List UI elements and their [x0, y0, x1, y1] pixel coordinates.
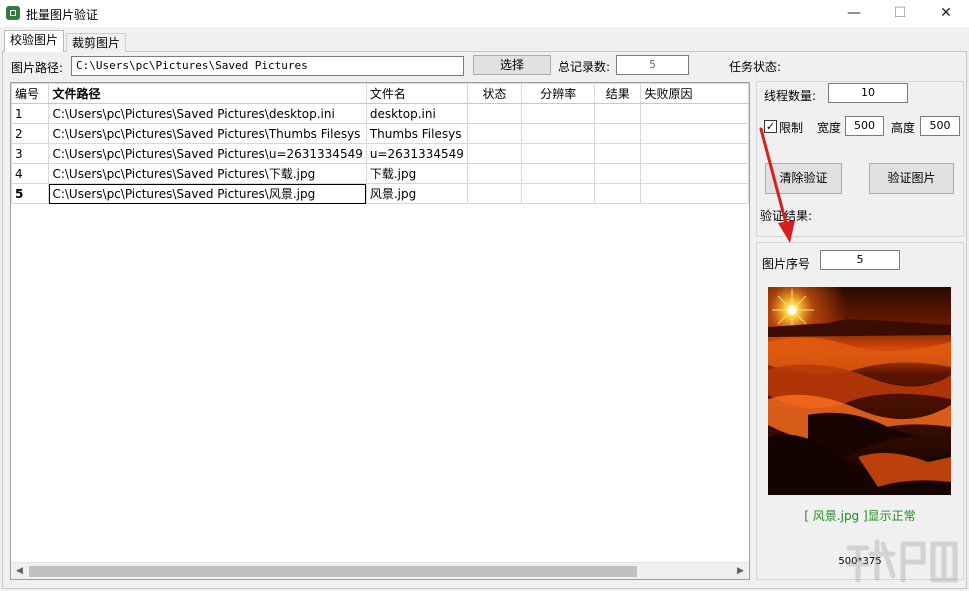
- result-cell[interactable]: [594, 183, 642, 204]
- failure-reason-cell[interactable]: [640, 143, 749, 164]
- results-table: 编号 文件路径 文件名 状态 分辨率 结果 失败原因 1 C:\Users\pc…: [11, 83, 749, 204]
- scroll-left-icon[interactable]: ◀: [11, 563, 28, 580]
- file-name-cell[interactable]: Thumbs Filesys: [365, 123, 468, 144]
- column-header[interactable]: 文件路径: [48, 83, 367, 104]
- result-cell[interactable]: [594, 143, 642, 164]
- close-button[interactable]: ✕: [923, 0, 969, 27]
- file-path-cell[interactable]: C:\Users\pc\Pictures\Saved Pictures\desk…: [48, 103, 367, 124]
- row-number: 2: [11, 123, 50, 144]
- task-status-label: 任务状态:: [729, 60, 782, 74]
- results-grid[interactable]: 编号 文件路径 文件名 状态 分辨率 结果 失败原因 1 C:\Users\pc…: [10, 82, 750, 580]
- column-header[interactable]: 编号: [11, 83, 50, 104]
- resolution-cell[interactable]: [521, 123, 596, 144]
- row-number: 1: [11, 103, 50, 124]
- file-path-cell[interactable]: C:\Users\pc\Pictures\Saved Pictures\下载.j…: [48, 163, 367, 184]
- column-header[interactable]: 文件名: [365, 83, 468, 104]
- table-row[interactable]: 2 C:\Users\pc\Pictures\Saved Pictures\Th…: [11, 123, 749, 144]
- total-records-label: 总记录数:: [558, 60, 611, 74]
- table-row-selected[interactable]: 5 C:\Users\pc\Pictures\Saved Pictures\风景…: [11, 183, 749, 204]
- browse-button[interactable]: 选择: [473, 55, 551, 75]
- path-input[interactable]: C:\Users\pc\Pictures\Saved Pictures: [71, 56, 464, 76]
- width-input[interactable]: 500: [845, 116, 884, 136]
- thread-count-input[interactable]: 10: [828, 83, 908, 103]
- preview-status-text: [ 风景.jpg ]显示正常: [804, 509, 916, 523]
- resolution-cell[interactable]: [521, 143, 596, 164]
- column-header[interactable]: 分辨率: [521, 83, 596, 104]
- status-cell[interactable]: [466, 163, 523, 184]
- table-row[interactable]: 1 C:\Users\pc\Pictures\Saved Pictures\de…: [11, 103, 749, 124]
- status-cell[interactable]: [466, 123, 523, 144]
- table-header-row: 编号 文件路径 文件名 状态 分辨率 结果 失败原因: [11, 83, 749, 104]
- title-bar: 批量图片验证 — ☐ ✕: [0, 0, 969, 27]
- failure-reason-cell[interactable]: [640, 163, 749, 184]
- file-name-cell[interactable]: desktop.ini: [365, 103, 468, 124]
- annotation-arrow-icon: [759, 127, 795, 243]
- thread-count-label: 线程数量:: [764, 89, 817, 103]
- window-title: 批量图片验证: [26, 8, 99, 22]
- width-label: 宽度: [817, 121, 842, 135]
- file-path-cell[interactable]: C:\Users\pc\Pictures\Saved Pictures\u=26…: [48, 143, 367, 164]
- file-path-cell[interactable]: C:\Users\pc\Pictures\Saved Pictures\风景.j…: [48, 183, 367, 204]
- row-number: 4: [11, 163, 50, 184]
- image-index-label: 图片序号: [762, 257, 811, 271]
- column-header[interactable]: 状态: [466, 83, 523, 104]
- image-index-input[interactable]: 5: [820, 250, 900, 270]
- tab-verify-images[interactable]: 校验图片: [4, 30, 65, 52]
- file-path-cell[interactable]: C:\Users\pc\Pictures\Saved Pictures\Thum…: [48, 123, 367, 144]
- result-cell[interactable]: [594, 103, 642, 124]
- row-number: 5: [11, 183, 50, 204]
- resolution-cell[interactable]: [521, 163, 596, 184]
- maximize-button[interactable]: ☐: [877, 0, 923, 27]
- result-cell[interactable]: [594, 123, 642, 144]
- file-name-cell[interactable]: 下载.jpg: [365, 163, 468, 184]
- status-cell[interactable]: [466, 183, 523, 204]
- minimize-button[interactable]: —: [831, 0, 877, 27]
- resolution-cell[interactable]: [521, 103, 596, 124]
- row-number: 3: [11, 143, 50, 164]
- height-label: 高度: [891, 121, 916, 135]
- sunset-image: [768, 287, 951, 495]
- horizontal-scrollbar[interactable]: ◀ ▶: [11, 562, 749, 579]
- scrollbar-thumb[interactable]: [29, 566, 637, 577]
- file-name-cell[interactable]: 风景.jpg: [365, 183, 468, 204]
- watermark-logo: [843, 530, 963, 586]
- table-row[interactable]: 4 C:\Users\pc\Pictures\Saved Pictures\下载…: [11, 163, 749, 184]
- table-row[interactable]: 3 C:\Users\pc\Pictures\Saved Pictures\u=…: [11, 143, 749, 164]
- scroll-right-icon[interactable]: ▶: [732, 563, 749, 580]
- verify-images-button[interactable]: 验证图片: [869, 163, 954, 194]
- failure-reason-cell[interactable]: [640, 123, 749, 144]
- total-records-field: 5: [616, 55, 689, 75]
- app-icon: [6, 6, 20, 20]
- resolution-cell[interactable]: [521, 183, 596, 204]
- status-cell[interactable]: [466, 143, 523, 164]
- file-name-cell[interactable]: u=2631334549: [365, 143, 468, 164]
- column-header[interactable]: 失败原因: [640, 83, 749, 104]
- failure-reason-cell[interactable]: [640, 103, 749, 124]
- failure-reason-cell[interactable]: [640, 183, 749, 204]
- column-header[interactable]: 结果: [594, 83, 642, 104]
- path-label: 图片路径:: [11, 61, 64, 75]
- status-cell[interactable]: [466, 103, 523, 124]
- tab-crop-images[interactable]: 裁剪图片: [66, 33, 127, 52]
- result-cell[interactable]: [594, 163, 642, 184]
- image-preview: [768, 287, 951, 495]
- height-input[interactable]: 500: [920, 116, 960, 136]
